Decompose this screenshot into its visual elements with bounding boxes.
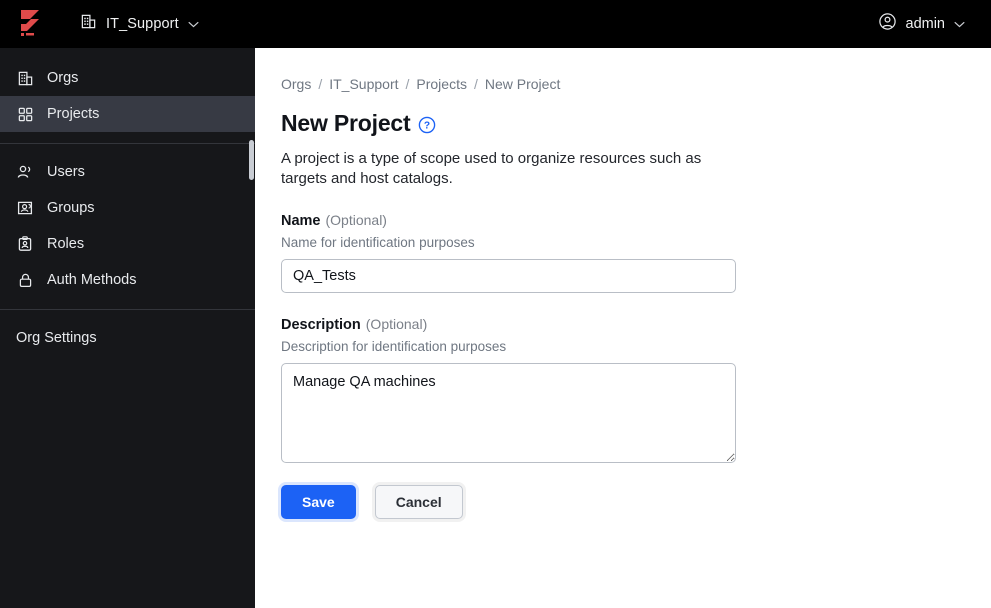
sidebar-divider-footer (0, 309, 255, 310)
grid-icon (16, 105, 34, 123)
sidebar-item-users[interactable]: Users (0, 154, 255, 190)
chevron-down-icon (188, 21, 199, 27)
sidebar-item-org-settings[interactable]: Org Settings (0, 320, 255, 356)
breadcrumb-separator: / (473, 76, 478, 92)
sidebar: Orgs Projects Users Groups Roles Auth Me… (0, 48, 255, 608)
name-field-group: Name (Optional) Name for identification p… (281, 212, 991, 293)
sidebar-item-label: Auth Methods (47, 272, 137, 288)
sidebar-item-label: Org Settings (16, 330, 97, 346)
breadcrumb-separator: / (318, 76, 323, 92)
name-field-help: Name for identification purposes (281, 235, 475, 250)
sidebar-divider (0, 143, 255, 144)
sidebar-item-orgs[interactable]: Orgs (0, 60, 255, 96)
main-content: Orgs / IT_Support / Projects / New Proje… (255, 48, 991, 608)
user-circle-icon (878, 12, 897, 36)
roles-badge-icon (16, 235, 34, 253)
sidebar-item-groups[interactable]: Groups (0, 190, 255, 226)
description-field-help: Description for identification purposes (281, 339, 507, 354)
breadcrumb-separator: / (405, 76, 410, 92)
sidebar-scrollbar-thumb[interactable] (249, 140, 254, 180)
sidebar-item-roles[interactable]: Roles (0, 226, 255, 262)
breadcrumb-item-new-project: New Project (484, 76, 561, 92)
description-field-group: Description (Optional) Description for id… (281, 316, 991, 463)
user-menu[interactable]: admin (868, 7, 976, 41)
sidebar-item-auth-methods[interactable]: Auth Methods (0, 262, 255, 298)
org-switcher[interactable]: IT_Support (72, 7, 207, 41)
sidebar-item-label: Roles (47, 236, 85, 252)
help-circle-icon[interactable]: ? (418, 116, 436, 134)
user-menu-label: admin (905, 16, 946, 32)
boundary-logo-link[interactable] (0, 0, 64, 48)
breadcrumb-item-projects[interactable]: Projects (416, 76, 467, 92)
name-field-label: Name (281, 213, 321, 229)
page-title: New Project (281, 110, 411, 136)
breadcrumb-item-orgs[interactable]: Orgs (281, 76, 311, 92)
sidebar-item-label: Orgs (47, 70, 79, 86)
breadcrumb-item-it-support[interactable]: IT_Support (329, 76, 398, 92)
groups-icon (16, 199, 34, 217)
lock-icon (16, 271, 34, 289)
name-input[interactable] (281, 259, 736, 293)
users-icon (16, 163, 34, 181)
building-icon (16, 69, 34, 87)
save-button[interactable]: Save (281, 485, 356, 519)
app-root: IT_Support admin Orgs Projects Users Gro… (0, 0, 991, 608)
sidebar-primary-group: Orgs Projects (0, 48, 255, 144)
page-title-row: New Project ? (281, 110, 991, 137)
breadcrumb: Orgs / IT_Support / Projects / New Proje… (281, 74, 991, 94)
sidebar-item-projects[interactable]: Projects (0, 96, 255, 132)
description-textarea[interactable] (281, 363, 736, 463)
sidebar-item-label: Projects (47, 106, 100, 122)
cancel-button[interactable]: Cancel (374, 485, 463, 519)
building-icon (80, 13, 97, 35)
form-actions: Save Cancel (281, 485, 991, 519)
boundary-logo (21, 10, 39, 36)
svg-text:?: ? (424, 120, 430, 131)
page-description: A project is a type of scope used to org… (281, 150, 702, 187)
name-field-optional-tag: (Optional) (325, 212, 387, 228)
name-field-label-row: Name (Optional) (281, 212, 991, 230)
description-field-label-row: Description (Optional) (281, 316, 991, 334)
sidebar-item-label: Users (47, 164, 85, 180)
top-navigation-bar: IT_Support admin (0, 0, 991, 48)
sidebar-secondary-group: Users Groups Roles Auth Methods Org Sett… (0, 154, 255, 356)
description-field-optional-tag: (Optional) (365, 316, 428, 332)
description-field-label: Description (281, 317, 361, 333)
org-switcher-label: IT_Support (106, 16, 179, 32)
chevron-down-icon (954, 21, 965, 27)
sidebar-item-label: Groups (47, 200, 95, 216)
